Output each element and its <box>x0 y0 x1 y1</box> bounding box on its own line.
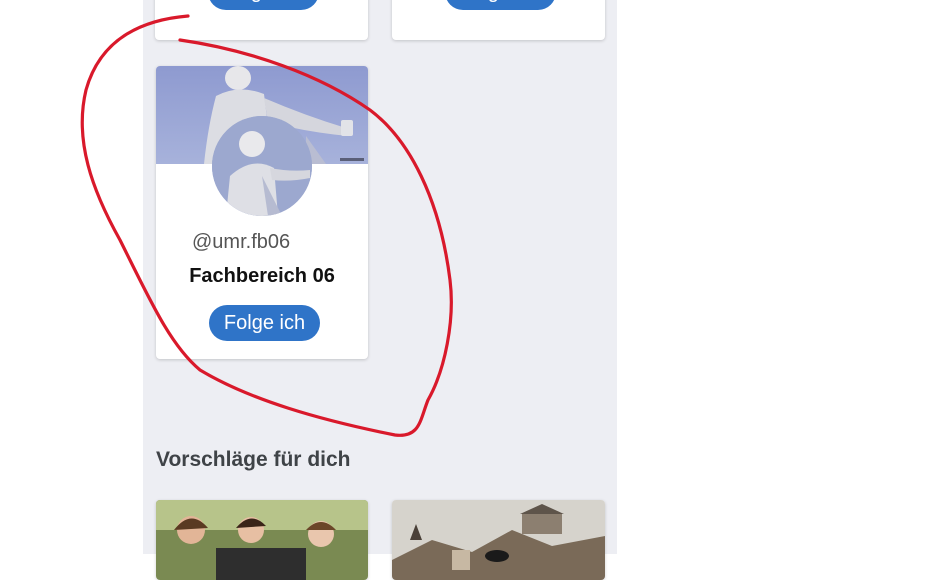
follow-button[interactable]: Folge ich <box>208 0 319 10</box>
statue-avatar-icon <box>212 116 312 216</box>
profile-card[interactable]: Folge ich <box>392 0 605 40</box>
suggestion-card[interactable] <box>392 500 605 580</box>
avatar <box>212 116 312 216</box>
follow-button[interactable]: Folge ich <box>445 0 556 10</box>
suggestions-panel: Folge ich Folge ich <box>143 0 617 580</box>
section-title-suggestions: Vorschläge für dich <box>156 448 351 471</box>
town-photo-image <box>392 500 605 580</box>
profile-handle: @umr.fb06 <box>192 231 291 253</box>
follow-button[interactable]: Folge ich <box>209 305 320 341</box>
profile-card-fachbereich-06[interactable]: @umr.fb06 Fachbereich 06 Folge ich <box>156 66 368 359</box>
profile-card[interactable]: Folge ich <box>155 0 368 40</box>
profile-display-name: Fachbereich 06 <box>189 265 335 287</box>
people-photo-image <box>156 500 368 580</box>
suggestion-card[interactable] <box>156 500 368 580</box>
